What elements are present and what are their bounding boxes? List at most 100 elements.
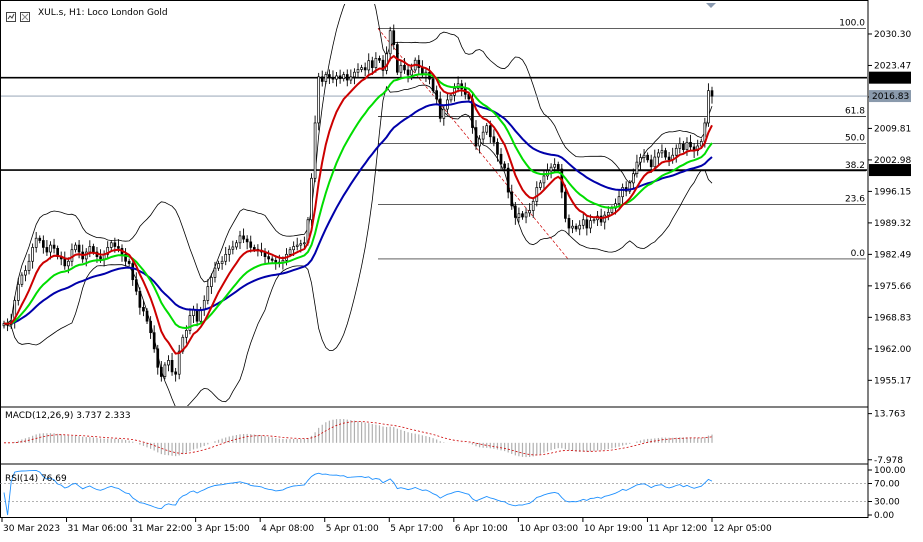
time-tick-label: 10 Apr 03:00	[519, 524, 578, 534]
candle-body	[539, 182, 542, 188]
rsi-tick-label: 70.00	[874, 480, 900, 490]
candle-body	[488, 125, 492, 138]
candle-body	[510, 191, 514, 207]
candle-body	[310, 177, 313, 221]
candle-body	[674, 147, 678, 156]
candle-body	[92, 246, 95, 253]
candle-body	[388, 30, 392, 55]
time-tick-label: 31 Mar 06:00	[68, 524, 128, 534]
candle-body	[170, 360, 174, 373]
candle-body	[142, 306, 145, 312]
candle-body	[292, 246, 295, 251]
horizontal-level-label: 2020.82	[872, 74, 909, 84]
chart-canvas[interactable]: 2030.302023.472016.642009.812002.981996.…	[0, 0, 923, 538]
candle-body	[317, 76, 320, 124]
candle-body	[342, 74, 346, 80]
candle-body	[41, 240, 45, 248]
candle-body	[20, 274, 24, 285]
candle-body	[202, 300, 206, 310]
candle-body	[553, 164, 557, 168]
candle-body	[503, 163, 506, 169]
candle-body	[442, 108, 446, 119]
candle-body	[631, 173, 635, 184]
candle-body	[217, 263, 220, 269]
candle-body	[649, 159, 653, 168]
candle-body	[138, 290, 142, 308]
candle-body	[320, 76, 324, 82]
candle-body	[435, 90, 438, 100]
candle-body	[685, 141, 689, 151]
candle-body	[27, 260, 31, 271]
candle-body	[295, 244, 299, 247]
candle-body	[660, 150, 664, 154]
candle-body	[188, 315, 192, 331]
candle-body	[49, 244, 52, 253]
candle-body	[109, 242, 113, 248]
candle-body	[331, 77, 335, 80]
candle-body	[506, 167, 510, 193]
candle-body	[313, 122, 317, 179]
candle-body	[571, 225, 574, 229]
fib-level-label: 100.0	[839, 18, 865, 28]
candle-body	[378, 58, 381, 61]
time-tick-label: 10 Apr 19:00	[584, 524, 643, 534]
main-plot	[1, 4, 867, 406]
macd-tick-label: -7.978	[874, 456, 903, 466]
candle-body	[367, 60, 371, 71]
candle-body	[578, 224, 582, 230]
candle-body	[195, 309, 199, 322]
price-tick-label: 2009.81	[874, 124, 911, 134]
candle-body	[31, 247, 34, 262]
fib-level-label: 23.6	[845, 195, 865, 205]
price-tick-label: 1962.00	[874, 345, 911, 355]
time-tick-label: 11 Apr 12:00	[648, 524, 707, 534]
time-tick-label: 31 Mar 22:00	[132, 524, 192, 534]
candle-body	[678, 143, 682, 149]
candle-body	[392, 30, 396, 45]
candle-body	[220, 260, 224, 264]
candle-body	[335, 75, 338, 80]
symbol-properties-icon[interactable]	[20, 7, 30, 22]
candle-body	[653, 156, 657, 168]
candle-body	[252, 247, 256, 250]
candle-body	[288, 249, 292, 255]
candle-body	[213, 267, 217, 278]
candle-body	[585, 219, 589, 229]
candle-body	[34, 237, 38, 248]
candle-body	[581, 219, 585, 226]
candle-body	[210, 277, 213, 287]
candle-body	[496, 141, 499, 155]
candle-body	[152, 332, 156, 350]
ma-slow-line	[4, 100, 713, 325]
candle-body	[353, 71, 356, 78]
candle-body	[117, 246, 120, 249]
candle-body	[299, 243, 303, 246]
candle-body	[664, 150, 667, 158]
fib-level-label: 0.0	[851, 249, 866, 259]
price-tick-label: 2030.30	[874, 30, 911, 40]
macd-legend: MACD(12,26,9) 3.737 2.333	[5, 411, 131, 421]
candle-body	[531, 200, 535, 211]
candle-body	[45, 247, 49, 253]
candle-body	[242, 235, 245, 240]
price-tick-label: 1975.66	[874, 282, 911, 292]
price-tick-label: 1989.32	[874, 219, 911, 229]
trading-chart[interactable]: 2030.302023.472016.642009.812002.981996.…	[0, 0, 923, 538]
candle-body	[349, 76, 353, 81]
candle-body	[567, 218, 571, 229]
bollinger-upper-band	[3, 4, 713, 324]
candle-body	[710, 90, 714, 97]
time-tick-label: 6 Apr 10:00	[455, 524, 508, 534]
candle-body	[499, 153, 503, 165]
candle-body	[270, 258, 274, 261]
candle-body	[199, 309, 203, 322]
candle-body	[406, 69, 410, 76]
candle-body	[399, 64, 403, 73]
chart-title: XUL.s, H1: Loco London Gold	[38, 8, 168, 18]
candle-body	[524, 212, 528, 218]
candle-body	[449, 94, 453, 101]
chart-type-icon[interactable]	[6, 7, 16, 22]
candle-body	[224, 253, 228, 262]
candle-body	[245, 238, 249, 243]
candle-body	[134, 279, 138, 292]
